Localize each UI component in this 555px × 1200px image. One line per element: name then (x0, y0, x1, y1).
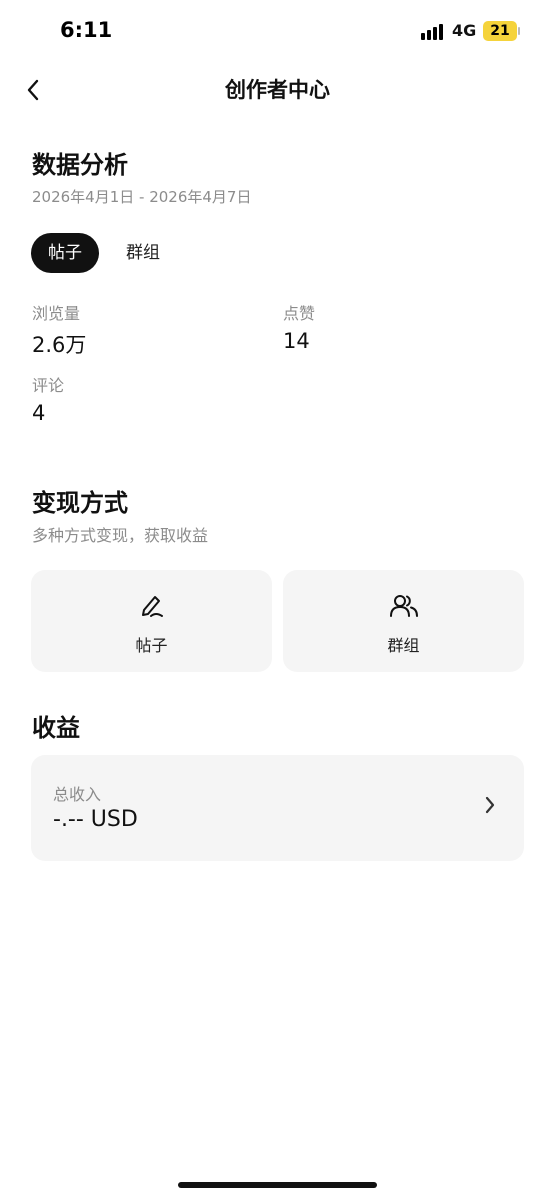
monetize-groups-card[interactable]: 群组 (283, 570, 524, 672)
monetize-groups-label: 群组 (387, 636, 420, 655)
analytics-title: 数据分析 (32, 151, 128, 179)
pen-icon (141, 596, 163, 617)
total-income-value: -.-- USD (53, 807, 138, 832)
monetization-subtitle: 多种方式变现，获取收益 (32, 526, 209, 545)
stat-views-label: 浏览量 (32, 304, 81, 323)
home-indicator[interactable] (178, 1182, 377, 1188)
battery-icon: 21 (483, 21, 520, 41)
stat-likes-label: 点赞 (283, 304, 316, 323)
cellular-signal-icon (421, 24, 443, 40)
monetize-posts-card[interactable]: 帖子 (31, 570, 272, 672)
network-type: 4G (452, 21, 477, 40)
users-icon (389, 595, 418, 617)
earnings-title: 收益 (32, 714, 80, 742)
date-range: 2026年4月1日 - 2026年4月7日 (32, 188, 252, 206)
stat-likes-value: 14 (283, 329, 310, 353)
monetization-title: 变现方式 (32, 489, 128, 517)
stat-views-value: 2.6万 (32, 333, 87, 357)
creator-center-screen: 6:11 4G 21 创作者中心 数据分析 2026年4月1日 - 2026年4… (0, 0, 555, 1200)
status-bar: 6:11 4G 21 (0, 0, 555, 62)
total-income-label: 总收入 (53, 785, 102, 804)
monetize-posts-label: 帖子 (135, 636, 168, 655)
stat-comments-value: 4 (32, 401, 46, 425)
chevron-right-icon (485, 796, 495, 814)
total-income-card[interactable]: 总收入 -.-- USD (31, 755, 524, 861)
stat-comments-label: 评论 (32, 376, 65, 395)
page-title: 创作者中心 (225, 78, 330, 102)
tab-posts[interactable]: 帖子 (31, 233, 99, 273)
tab-groups[interactable]: 群组 (109, 233, 177, 273)
status-time: 6:11 (60, 18, 113, 42)
